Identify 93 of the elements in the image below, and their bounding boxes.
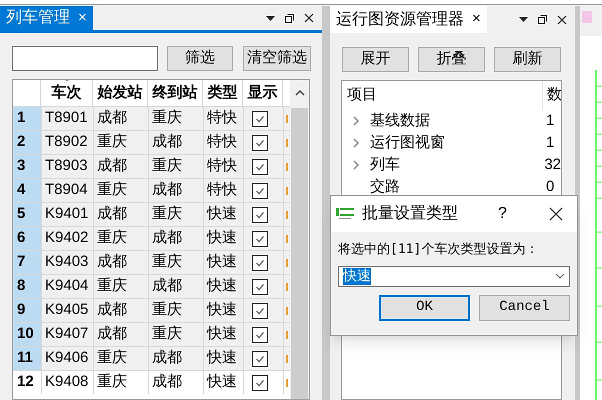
scrollbar[interactable] [290, 80, 309, 399]
panel-tab[interactable]: 运行图资源管理器 × [330, 6, 487, 33]
table-row[interactable]: 1 T8901 成都 重庆 特快 [13, 106, 290, 130]
table-row[interactable]: 5 K9401 成都 重庆 快速 [13, 202, 290, 226]
marker-icon [286, 114, 288, 122]
tree-item[interactable]: 列车 [370, 154, 400, 176]
table-cell: 快速 [203, 371, 243, 394]
button[interactable]: 刷新 [494, 47, 561, 72]
close-icon[interactable] [304, 13, 314, 23]
marker-icon [286, 282, 288, 290]
table-row[interactable]: 7 K9403 成都 重庆 快速 [13, 250, 290, 274]
button[interactable]: 筛选 [167, 46, 233, 71]
table-cell: 成都 [148, 371, 203, 394]
checkbox[interactable] [252, 302, 268, 318]
panel-tab[interactable]: 列车管理 × [0, 6, 93, 30]
checkbox[interactable] [252, 110, 268, 126]
prompt-text: 将选中的[11]个车次类型设置为： [338, 241, 540, 259]
checkbox[interactable] [252, 254, 268, 270]
table-row[interactable]: 3 T8903 成都 重庆 特快 [13, 154, 290, 178]
help-button[interactable]: ? [498, 202, 507, 226]
column-header[interactable]: 终到站 [152, 82, 198, 104]
row-number[interactable]: 2 [13, 131, 41, 154]
marker-icon [286, 258, 288, 266]
dialog-button[interactable]: Cancel [479, 294, 570, 320]
marker-icon [286, 378, 288, 386]
checkbox[interactable] [252, 134, 268, 150]
table-row[interactable]: 6 K9402 重庆 成都 快速 [13, 226, 290, 250]
marker-icon [286, 186, 288, 194]
restore-icon[interactable] [285, 14, 294, 22]
column-header[interactable]: 项目 [342, 84, 542, 107]
marker-icon [286, 354, 288, 362]
row-number[interactable]: 3 [13, 155, 41, 178]
column-header[interactable]: 车次 [52, 82, 82, 104]
row-number[interactable]: 10 [13, 323, 41, 346]
chevron-right-icon[interactable] [353, 138, 359, 148]
marker-icon [286, 234, 288, 242]
close-icon[interactable] [549, 207, 563, 221]
table-row[interactable]: 12 K9408 重庆 成都 快速 [13, 370, 290, 394]
table-row[interactable]: 4 T8904 重庆 成都 特快 [13, 178, 290, 202]
chevron-right-icon[interactable] [353, 116, 359, 126]
dialog-button[interactable]: OK [379, 294, 470, 320]
scroll-up-icon[interactable] [294, 90, 304, 96]
checkbox[interactable] [252, 158, 268, 174]
column-header[interactable]: 类型 [208, 82, 238, 104]
checkbox[interactable] [252, 326, 268, 342]
dropdown-icon[interactable] [266, 16, 275, 20]
marker-icon [286, 330, 288, 338]
column-header[interactable]: 显示 [248, 82, 278, 104]
count-text: 1 [545, 110, 554, 131]
checkbox[interactable] [252, 182, 268, 198]
tree-item[interactable]: 基线数据 [370, 110, 430, 132]
chevron-right-icon[interactable] [353, 160, 359, 170]
marker-icon [286, 162, 288, 170]
restore-icon[interactable] [538, 15, 547, 24]
table-cell: 重庆 [93, 371, 148, 394]
row-number[interactable]: 8 [13, 275, 41, 298]
row-number[interactable]: 6 [13, 227, 41, 250]
dialog-title: 批量设置类型 [362, 204, 458, 224]
count-text: 0 [545, 176, 554, 197]
button[interactable]: 清空筛选 [243, 46, 311, 71]
app-logo-icon [336, 207, 354, 221]
table-row[interactable]: 2 T8902 重庆 成都 特快 [13, 130, 290, 154]
button[interactable]: 展开 [342, 47, 409, 72]
count-text: 1 [545, 132, 554, 153]
row-number[interactable]: 5 [13, 203, 41, 226]
marker-icon [286, 306, 288, 314]
button[interactable]: 折叠 [418, 47, 485, 72]
checkbox[interactable] [252, 230, 268, 246]
checkbox[interactable] [252, 206, 268, 222]
checkbox[interactable] [252, 374, 268, 390]
close-icon[interactable] [557, 14, 567, 24]
table-row[interactable]: 9 K9405 成都 重庆 快速 [13, 298, 290, 322]
table-row[interactable]: 10 K9407 成都 重庆 快速 [13, 322, 290, 346]
dropdown-icon[interactable] [519, 17, 528, 22]
table-row[interactable]: 8 K9404 重庆 成都 快速 [13, 274, 290, 298]
marker-icon [286, 138, 288, 146]
row-number[interactable]: 9 [13, 299, 41, 322]
count-text: 32 [543, 154, 561, 175]
row-number[interactable]: 11 [13, 347, 41, 370]
marker-icon [286, 210, 288, 218]
table-row[interactable]: 11 K9406 重庆 成都 快速 [13, 346, 290, 370]
tree-item[interactable]: 运行图视窗 [370, 132, 445, 154]
filter-field[interactable] [12, 46, 158, 71]
table-cell: K9408 [41, 371, 93, 394]
row-number[interactable]: 4 [13, 179, 41, 202]
tree-item[interactable]: 交路 [370, 176, 400, 198]
caret-icon [555, 273, 565, 279]
row-number[interactable]: 7 [13, 251, 41, 274]
column-header[interactable]: 始发站 [98, 82, 142, 104]
type-dropdown[interactable]: 快速 [338, 266, 570, 286]
checkbox[interactable] [252, 278, 268, 294]
row-number[interactable]: 1 [13, 107, 41, 130]
checkbox[interactable] [252, 350, 268, 366]
